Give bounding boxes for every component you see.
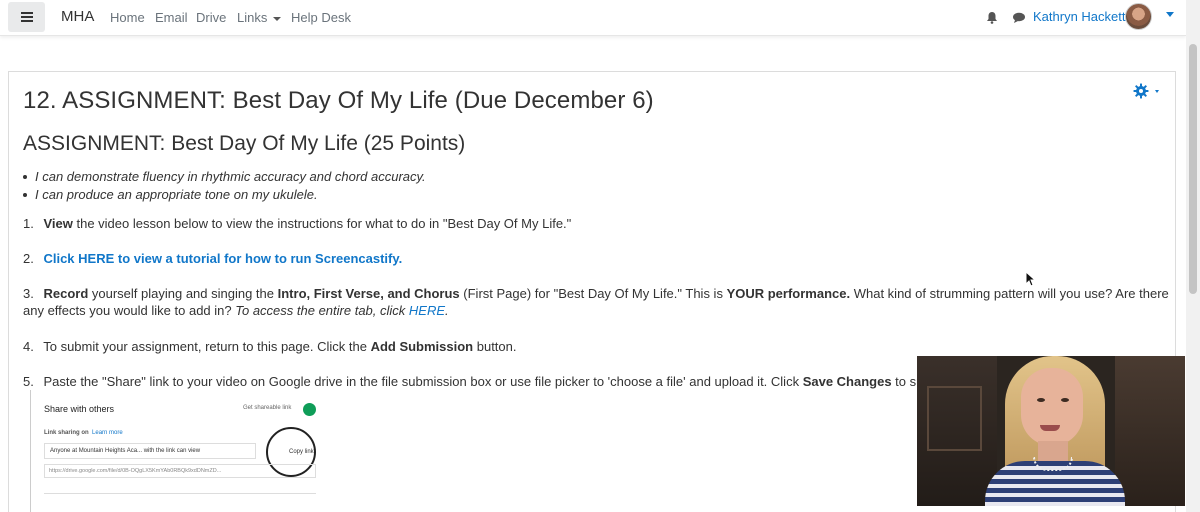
site-brand[interactable]: MHA xyxy=(61,8,94,25)
step-keyword: Intro, First Verse, and Chorus xyxy=(277,286,460,301)
presenter-eye xyxy=(1037,398,1045,402)
gear-icon[interactable] xyxy=(1133,83,1163,99)
nav-link-links-dropdown[interactable]: Links xyxy=(237,10,282,25)
share-dialog-screenshot: Share with others Get shareable link Lin… xyxy=(30,390,320,512)
scrollbar-thumb[interactable] xyxy=(1189,44,1197,294)
learn-more-text: Learn more xyxy=(92,430,123,436)
step-number: 5. xyxy=(23,374,34,389)
step-number: 4. xyxy=(23,339,34,354)
presenter-eye xyxy=(1061,398,1069,402)
nav-link-links-label: Links xyxy=(237,10,268,25)
page-scrollbar[interactable] xyxy=(1186,0,1200,512)
link-sharing-status: Link sharing on Learn more xyxy=(44,430,123,436)
share-url-row: https://drive.google.com/file/d/0B-OQgLX… xyxy=(44,464,316,478)
step-text: . xyxy=(445,303,449,318)
assignment-subtitle: ASSIGNMENT: Best Day Of My Life (25 Poin… xyxy=(23,132,466,155)
step-2: 2. Click HERE to view a tutorial for how… xyxy=(23,250,1173,267)
link-icon xyxy=(303,403,316,416)
nav-link-home[interactable]: Home xyxy=(110,10,145,25)
full-tab-link[interactable]: HERE xyxy=(409,303,445,318)
step-text: Paste the "Share" link to your video on … xyxy=(43,374,803,389)
hamburger-icon xyxy=(20,12,33,22)
step-keyword: Add Submission xyxy=(370,339,474,354)
chevron-down-icon xyxy=(273,16,282,21)
objective-item: I can demonstrate fluency in rhythmic ac… xyxy=(23,168,426,186)
step-number: 1. xyxy=(23,216,34,231)
step-text: To submit your assignment, return to thi… xyxy=(43,339,371,354)
step-3: 3. Record yourself playing and singing t… xyxy=(23,285,1173,319)
bell-icon[interactable] xyxy=(986,11,998,24)
webcam-background xyxy=(927,386,982,451)
objectives-list: I can demonstrate fluency in rhythmic ac… xyxy=(23,168,426,204)
nav-link-drive[interactable]: Drive xyxy=(196,10,226,25)
step-text: (First Page) for "Best Day Of My Life." … xyxy=(459,286,727,301)
divider xyxy=(44,493,316,494)
link-sharing-label: Link sharing on xyxy=(44,430,89,436)
screencastify-tutorial-link[interactable]: Click HERE to view a tutorial for how to… xyxy=(43,251,402,266)
step-number: 2. xyxy=(23,251,34,266)
step-text: button. xyxy=(473,339,517,354)
step-keyword: View xyxy=(43,216,73,231)
objective-item: I can produce an appropriate tone on my … xyxy=(23,186,426,204)
step-keyword: Save Changes xyxy=(802,374,892,389)
presenter-mouth xyxy=(1040,425,1060,431)
presenter-face xyxy=(1021,368,1083,446)
step-text: yourself playing and singing the xyxy=(88,286,278,301)
share-dialog-title: Share with others xyxy=(44,404,115,414)
step-number: 3. xyxy=(23,286,34,301)
webcam-video-overlay[interactable] xyxy=(917,356,1185,506)
page-title: 12. ASSIGNMENT: Best Day Of My Life (Due… xyxy=(23,87,654,114)
get-shareable-link-text: Get shareable link xyxy=(243,405,292,411)
nav-link-email[interactable]: Email xyxy=(155,10,188,25)
nav-link-help-desk[interactable]: Help Desk xyxy=(291,10,351,25)
user-menu-name[interactable]: Kathryn Hackett xyxy=(1033,9,1126,24)
step-italic-text: To access the entire tab, click xyxy=(235,303,409,318)
step-4: 4. To submit your assignment, return to … xyxy=(23,338,1173,355)
user-menu-chevron-icon[interactable] xyxy=(1166,12,1174,17)
share-permission-row: Anyone at Mountain Heights Aca... with t… xyxy=(44,443,256,459)
chat-icon[interactable] xyxy=(1012,12,1026,24)
avatar[interactable] xyxy=(1125,3,1152,30)
webcam-background xyxy=(1115,356,1185,506)
top-navbar: MHA Home Email Drive Links Help Desk Kat… xyxy=(0,0,1186,36)
step-keyword: Record xyxy=(43,286,89,301)
step-keyword: YOUR performance. xyxy=(726,286,851,301)
step-text: the video lesson below to view the instr… xyxy=(72,216,572,231)
menu-toggle-button[interactable] xyxy=(8,2,45,32)
step-1: 1. View the video lesson below to view t… xyxy=(23,215,1173,232)
mouse-pointer-icon xyxy=(1025,271,1036,287)
